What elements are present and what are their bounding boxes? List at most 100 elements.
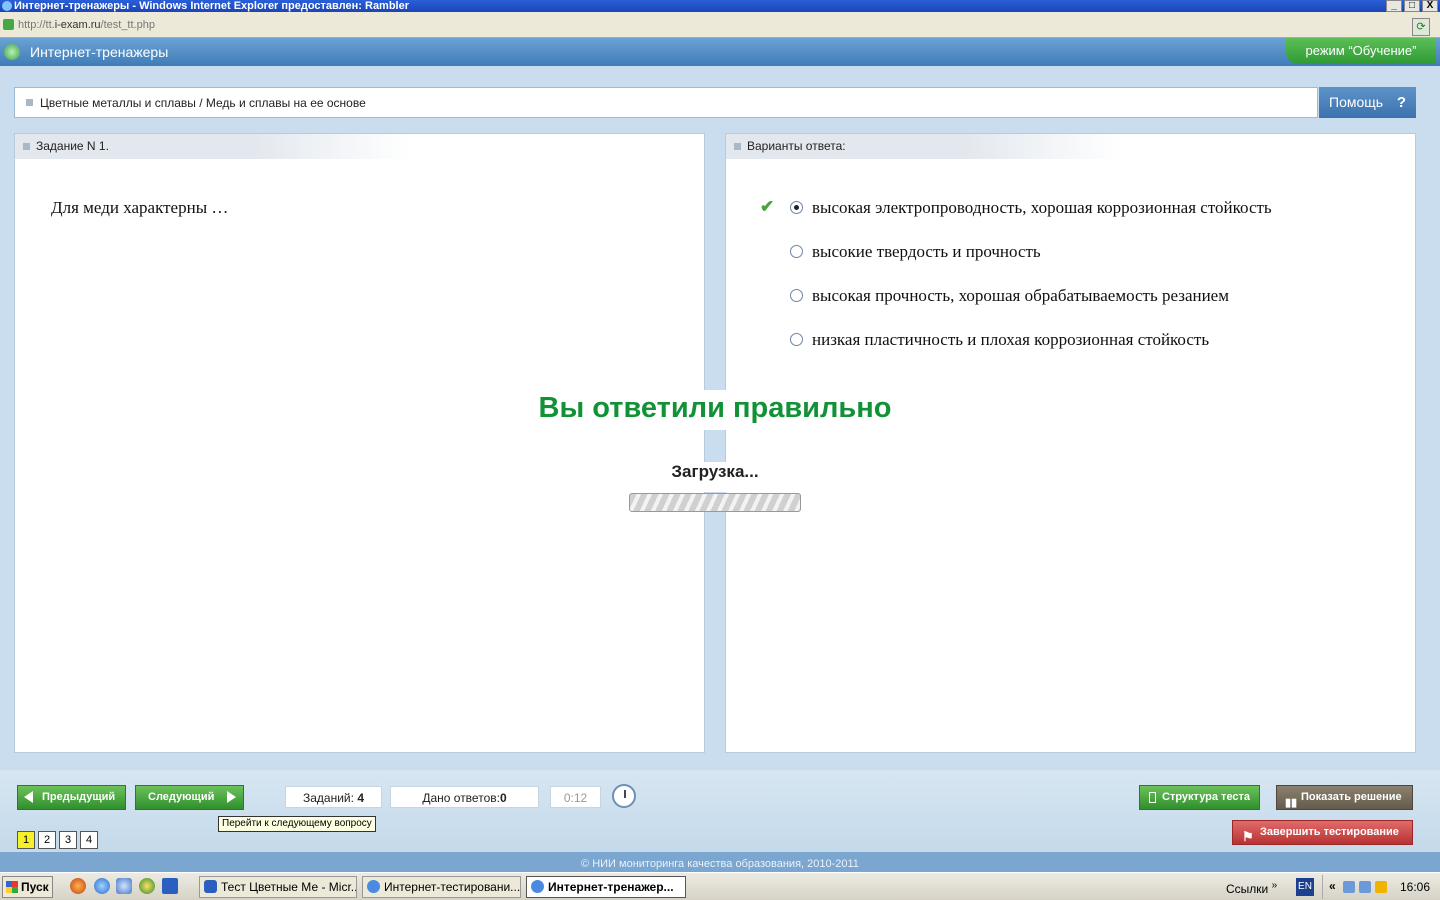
chevron-left-icon[interactable]: « [1329,879,1336,893]
system-tray: « 16:06 [1322,875,1440,899]
answer-radio[interactable] [790,245,803,258]
next-label: Следующий [148,791,215,803]
ie-icon [531,880,544,893]
arrow-left-icon [24,791,33,803]
page-3[interactable]: 3 [59,831,77,849]
help-button[interactable]: Помощь ? [1319,87,1416,118]
address-bar[interactable]: http://tt.i-exam.ru/test_tt.php ⟳ [0,12,1440,38]
desktop-icon[interactable] [116,878,132,894]
page-2[interactable]: 2 [38,831,56,849]
running-man-icon: ⚑ [1242,829,1254,844]
page-4[interactable]: 4 [80,831,98,849]
document-icon [1149,792,1156,803]
ie-quicklaunch-icon[interactable] [94,878,110,894]
answer-option[interactable]: низкая пластичность и плохая коррозионна… [756,330,1272,374]
system-clock: 16:06 [1399,880,1430,894]
next-button[interactable]: Следующий [135,785,244,810]
answer-option[interactable]: высокие твердость и прочность [756,242,1272,286]
url-text[interactable]: http://tt.i-exam.ru/test_tt.php [18,19,155,31]
arrow-right-icon [227,791,236,803]
links-label: Ссылки [1226,882,1269,896]
answers-given-label: Дано ответов: [422,791,500,805]
windows-flag-icon [6,881,18,893]
result-message: Вы ответили правильно [510,390,920,430]
breadcrumb: Цветные металлы и сплавы / Медь и сплавы… [14,87,1318,118]
word-icon[interactable] [162,878,178,894]
answer-option[interactable]: ✔ высокая электропроводность, хорошая ко… [756,197,1272,242]
question-icon: ? [1396,94,1406,111]
start-button[interactable]: Пуск [2,876,53,898]
tasks-count: 4 [357,791,364,805]
globe-icon [4,44,20,60]
answer-text: низкая пластичность и плохая коррозионна… [812,330,1210,349]
loading-bar [629,493,801,512]
answers-header-label: Варианты ответа: [747,139,846,153]
taskbar-item-ie-trainer[interactable]: Интернет-тренажер... [526,876,686,898]
ie-icon [2,1,12,11]
check-icon: ✔ [760,197,775,216]
minimize-button[interactable]: _ [1386,0,1402,12]
answer-radio[interactable] [790,333,803,346]
answer-list: ✔ высокая электропроводность, хорошая ко… [756,197,1272,374]
solution-label: Показать решение [1301,791,1402,803]
tasks-label: Заданий: [303,791,354,805]
page-icon [3,19,14,30]
answers-panel: Варианты ответа: ✔ высокая электропровод… [725,133,1416,753]
answer-radio[interactable] [790,289,803,302]
maximize-button[interactable]: □ [1404,0,1420,12]
finish-label: Завершить тестирование [1260,826,1399,838]
task-header: Задание N 1. [15,134,410,159]
answer-text: высокая прочность, хорошая обрабатываемо… [812,286,1229,305]
warning-icon[interactable] [1375,881,1387,893]
test-structure-button[interactable]: Структура теста [1139,785,1260,810]
answers-count-box: Дано ответов:0 [390,786,539,808]
ie-icon [367,880,380,893]
word-icon [204,880,217,893]
network-icon-2[interactable] [1359,881,1371,893]
task-panel: Задание N 1. Для меди характерны … [14,133,705,753]
task-number: Задание N 1. [36,139,109,153]
bullet-icon [734,143,741,150]
taskbar-item-label: Интернет-тестировани... [384,880,521,894]
previous-button[interactable]: Предыдущий [17,785,126,810]
app-title: Интернет-тренажеры [30,44,169,60]
refresh-icon[interactable]: ⟳ [1412,18,1430,36]
taskbar-item-word[interactable]: Тест Цветные Ме - Micr... [199,876,357,898]
window-titlebar: Интернет-тренажеры - Windows Internet Ex… [0,0,1440,12]
start-label: Пуск [21,880,49,894]
bullet-icon [26,99,33,106]
bullet-icon [23,143,30,150]
links-toolbar[interactable]: Ссылки » [1226,880,1277,896]
clock-icon [612,784,636,808]
book-icon: ▮▮ [1285,797,1298,809]
page-1[interactable]: 1 [17,831,35,849]
taskbar-item-ie-testing[interactable]: Интернет-тестировани... [362,876,521,898]
loading-label: Загрузка... [620,462,810,492]
answers-header: Варианты ответа: [726,134,1121,159]
finish-test-button[interactable]: ⚑ Завершить тестирование [1232,820,1413,845]
previous-label: Предыдущий [42,791,116,803]
taskbar-item-label: Интернет-тренажер... [548,880,674,894]
breadcrumb-text: Цветные металлы и сплавы / Медь и сплавы… [40,96,366,110]
app-header: Интернет-тренажеры режим “Обучение” [0,38,1440,66]
answer-text: высокие твердость и прочность [812,242,1041,261]
firefox-icon[interactable] [70,878,86,894]
answer-radio[interactable] [790,201,803,214]
chevron-right-icon[interactable]: » [1272,880,1278,891]
structure-label: Структура теста [1162,791,1251,803]
answer-text: высокая электропроводность, хорошая корр… [812,198,1272,217]
network-icon[interactable] [1343,881,1355,893]
show-solution-button[interactable]: ▮▮ Показать решение [1276,785,1413,810]
language-indicator[interactable]: EN [1296,878,1314,896]
next-tooltip: Перейти к следующему вопросу [218,816,376,832]
answers-given-count: 0 [499,791,507,805]
footer-copyright: © НИИ мониторинга качества образования, … [0,852,1440,872]
timer: 0:12 [550,786,601,808]
question-text: Для меди характерны … [51,198,229,217]
taskbar-item-label: Тест Цветные Ме - Micr... [221,880,357,894]
tasks-count-box: Заданий: 4 [285,786,382,808]
close-button[interactable]: X [1422,0,1438,12]
taskbar: Пуск Тест Цветные Ме - Micr... Интернет-… [0,872,1440,900]
media-player-icon[interactable] [139,878,155,894]
answer-option[interactable]: высокая прочность, хорошая обрабатываемо… [756,286,1272,330]
